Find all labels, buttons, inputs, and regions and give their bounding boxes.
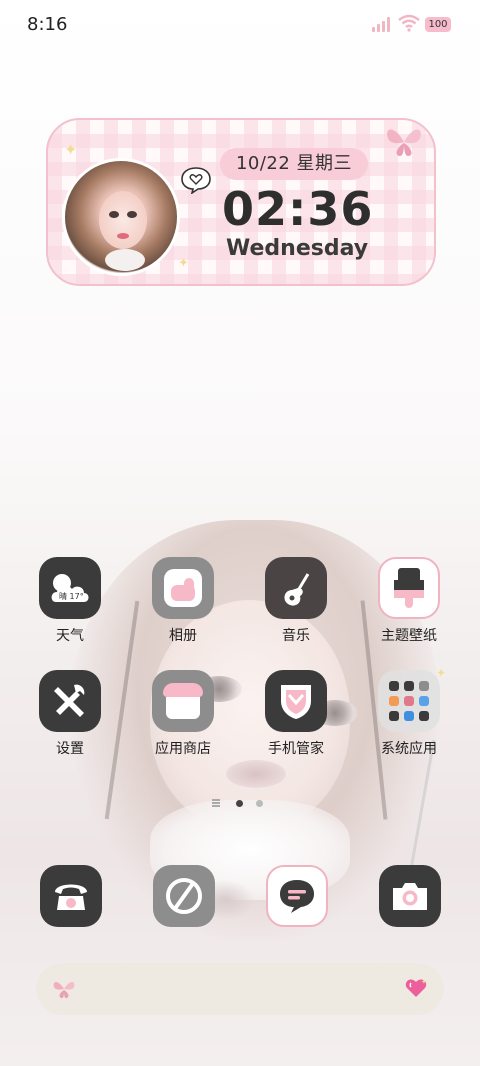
page-dot	[256, 800, 263, 807]
sparkle-icon: ✦	[435, 666, 446, 680]
page-dot-current	[236, 800, 243, 807]
folder-icon[interactable]: ✦	[378, 666, 446, 732]
status-bar: 8:16 100	[0, 0, 480, 50]
shield-icon[interactable]	[265, 670, 327, 732]
app-theme[interactable]: 主题壁纸	[359, 557, 459, 645]
clock-widget[interactable]: ✦ ✦ 10/22 星期三 02:36 Wednesday	[46, 118, 436, 286]
app-label: 相册	[169, 628, 197, 644]
page-indicator[interactable]	[212, 798, 272, 808]
app-system-folder[interactable]: ✦ 系统应用	[359, 666, 459, 758]
heart-icon[interactable]: ✦	[404, 976, 428, 1000]
app-label: 主题壁纸	[381, 628, 437, 644]
weather-badge: 晴 17°	[59, 592, 84, 601]
svg-text:✦: ✦	[421, 978, 427, 986]
app-gallery[interactable]: 相册	[133, 557, 233, 645]
avatar	[62, 158, 180, 276]
browser-icon[interactable]	[153, 865, 215, 927]
date-label: 10/22 星期三	[220, 148, 368, 180]
messages-icon[interactable]	[266, 865, 328, 927]
heart-bubble-icon	[181, 167, 211, 194]
store-icon[interactable]	[152, 670, 214, 732]
app-label: 系统应用	[381, 741, 437, 757]
app-label: 音乐	[282, 628, 310, 644]
app-settings[interactable]: 设置	[20, 670, 120, 758]
butterfly-icon	[53, 982, 75, 998]
weather-icon[interactable]: 晴 17°	[39, 557, 101, 619]
weekday-label: Wednesday	[226, 236, 369, 261]
app-label: 手机管家	[268, 741, 324, 757]
guitar-icon[interactable]	[265, 557, 327, 619]
theme-brush-icon[interactable]	[378, 557, 440, 619]
battery-icon: 100	[425, 17, 451, 32]
butterfly-icon	[387, 129, 421, 156]
signal-icon	[372, 16, 394, 32]
wifi-icon	[398, 14, 420, 32]
gallery-icon[interactable]	[152, 557, 214, 619]
app-music[interactable]: 音乐	[246, 557, 346, 645]
search-bar[interactable]: ✦	[36, 963, 444, 1015]
tools-icon[interactable]	[39, 670, 101, 732]
app-drawer-icon	[212, 799, 220, 801]
status-time: 8:16	[27, 14, 68, 35]
app-weather[interactable]: 晴 17° 天气	[20, 557, 120, 645]
app-label: 应用商店	[155, 741, 211, 757]
sparkle-icon: ✦	[178, 256, 189, 271]
clock-time: 02:36	[222, 182, 374, 236]
phone-icon[interactable]	[40, 865, 102, 927]
app-label: 天气	[56, 628, 84, 644]
app-store[interactable]: 应用商店	[133, 670, 233, 758]
sparkle-icon: ✦	[64, 140, 78, 159]
camera-icon[interactable]	[379, 865, 441, 927]
app-phone-manager[interactable]: 手机管家	[246, 670, 346, 758]
app-label: 设置	[56, 741, 84, 757]
